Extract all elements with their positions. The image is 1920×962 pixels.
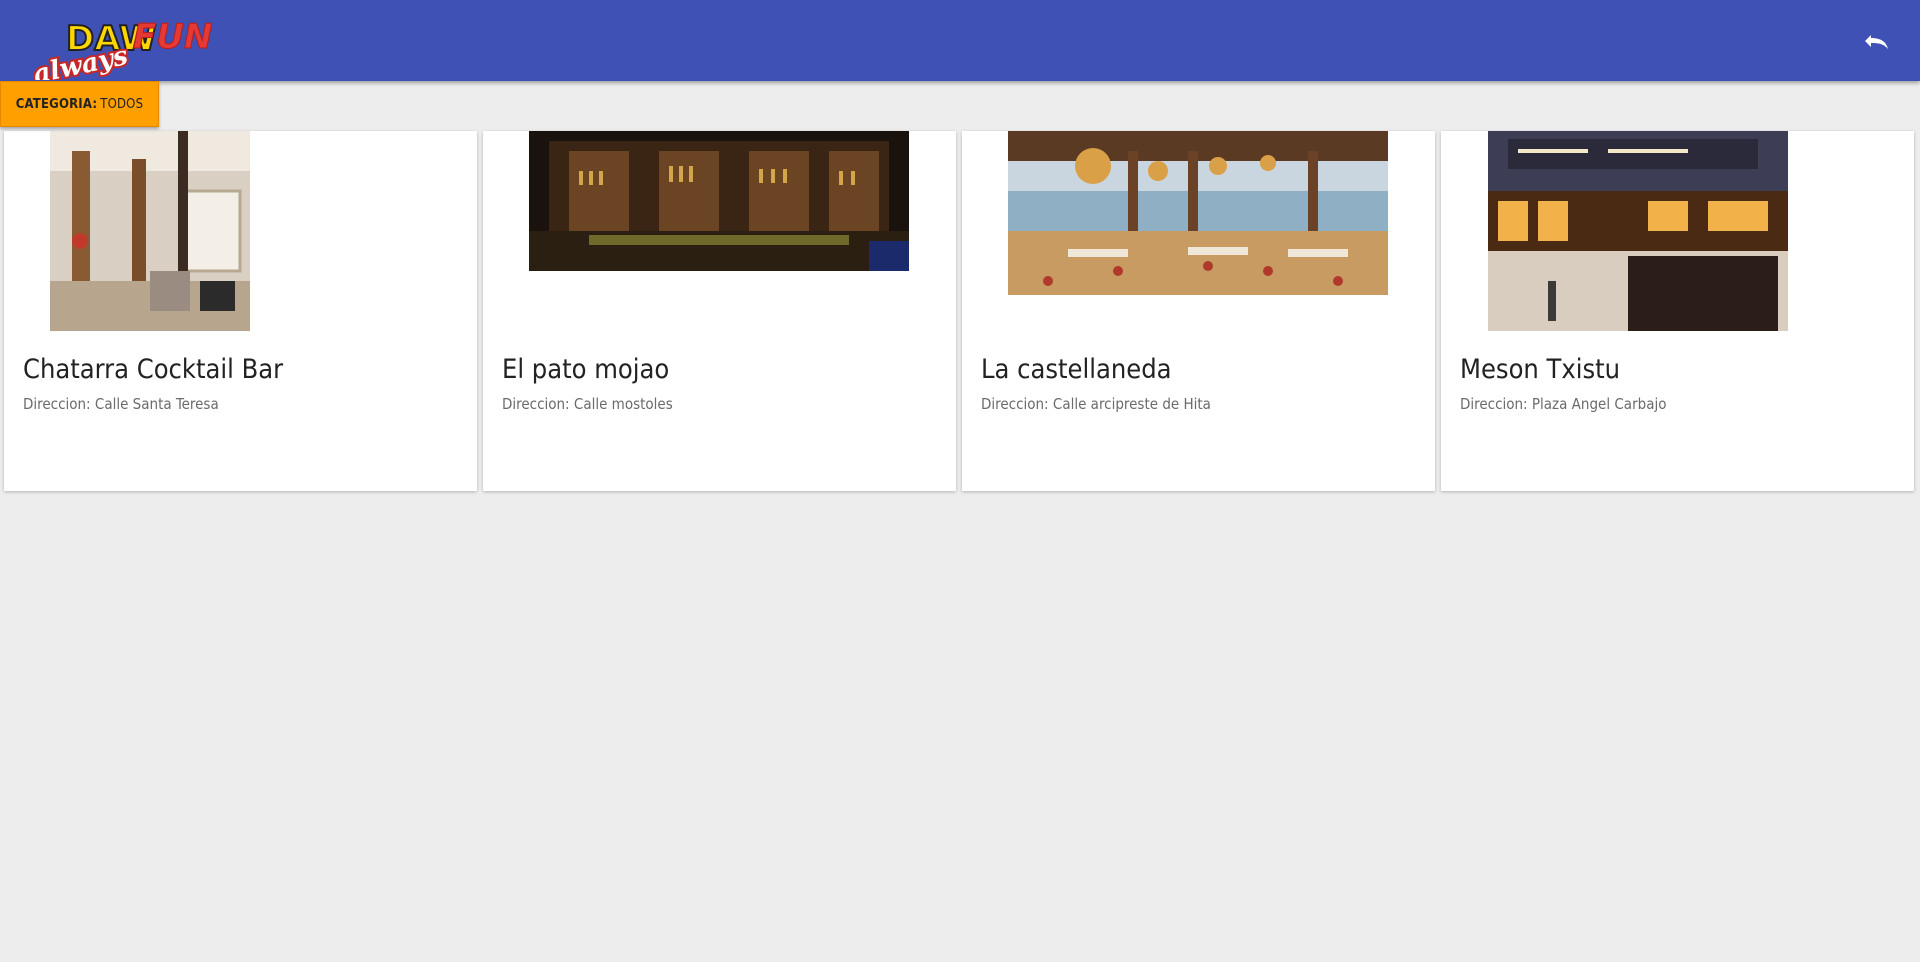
venue-address: Direccion: Calle Santa Teresa xyxy=(23,395,219,413)
logo-fun-text: FUN xyxy=(133,17,212,57)
venue-address: Direccion: Calle arcipreste de Hita xyxy=(981,395,1211,413)
venue-address: Direccion: Plaza Angel Carbajo xyxy=(1460,395,1667,413)
undo-button[interactable] xyxy=(1858,22,1898,62)
venue-name: El pato mojao xyxy=(502,354,670,385)
venue-address: Direccion: Calle mostoles xyxy=(502,395,673,413)
venue-card[interactable]: El pato mojao Direccion: Calle mostoles xyxy=(483,131,956,491)
venue-name: Chatarra Cocktail Bar xyxy=(23,354,284,385)
undo-icon xyxy=(1865,35,1888,49)
app-bar: DAW FUN always xyxy=(0,0,1920,81)
venue-photo xyxy=(1488,131,1788,331)
daw-always-fun-logo[interactable]: DAW FUN always xyxy=(28,12,214,81)
venue-photo xyxy=(529,131,909,271)
venue-card[interactable]: La castellaneda Direccion: Calle arcipre… xyxy=(962,131,1435,491)
venue-photo xyxy=(1008,131,1388,295)
category-label: CATEGORIA: xyxy=(15,96,98,112)
category-value: TODOS xyxy=(100,96,144,112)
venue-card[interactable]: Meson Txistu Direccion: Plaza Angel Carb… xyxy=(1441,131,1914,491)
venue-card[interactable]: Chatarra Cocktail Bar Direccion: Calle S… xyxy=(4,131,477,491)
venue-name: Meson Txistu xyxy=(1460,354,1621,385)
venue-photo xyxy=(50,131,250,331)
venue-name: La castellaneda xyxy=(981,354,1172,385)
category-filter-button[interactable]: CATEGORIA: TODOS xyxy=(0,81,159,127)
